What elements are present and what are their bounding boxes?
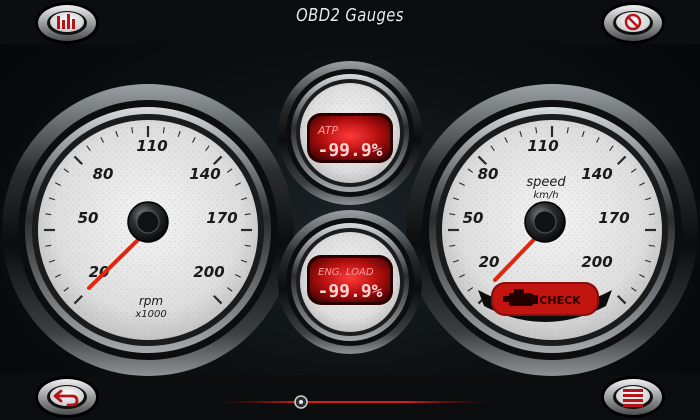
speed-gauge: 20 50 80 110 140 170 200 speed km/h CHEC… (406, 84, 698, 376)
engine-load-gauge: ENG. LOAD -99.9% (278, 210, 422, 354)
slider-track (212, 401, 494, 403)
speed-unit-label: speed (526, 175, 566, 190)
rpm-tick-170: 170 (206, 209, 237, 227)
back-button[interactable] (35, 376, 99, 418)
rpm-unit-label: rpm (139, 294, 163, 308)
speed-tick-110: 110 (527, 137, 558, 155)
rpm-tick-200: 200 (193, 263, 224, 281)
check-engine-label: CHECK (539, 294, 581, 307)
atp-value: -99.9% (317, 140, 382, 161)
rpm-tick-50: 50 (78, 209, 99, 227)
speed-tick-80: 80 (478, 165, 499, 183)
atp-label: ATP (317, 124, 338, 137)
rpm-tick-140: 140 (189, 165, 220, 183)
speed-tick-140: 140 (581, 165, 612, 183)
obd2-gauges-screen: 20 50 80 110 140 170 200 rpm x1000 20 50… (0, 0, 700, 420)
speed-unit-kmh: km/h (533, 190, 558, 201)
menu-button[interactable] (601, 376, 665, 418)
speed-tick-170: 170 (598, 209, 629, 227)
stats-button[interactable] (35, 2, 99, 44)
rpm-unit-multiplier: x1000 (134, 309, 166, 320)
speed-tick-20: 20 (479, 253, 500, 271)
disconnect-button[interactable] (601, 2, 665, 44)
app-title: OBD2 Gauges (296, 5, 404, 26)
speed-tick-50: 50 (463, 209, 484, 227)
engine-load-label: ENG. LOAD (318, 267, 374, 278)
bottom-bar (0, 375, 700, 420)
rpm-tick-80: 80 (93, 165, 114, 183)
atp-gauge: ATP -99.9% (278, 61, 422, 205)
rpm-gauge: 20 50 80 110 140 170 200 rpm x1000 (2, 84, 294, 376)
dashboard-canvas: 20 50 80 110 140 170 200 rpm x1000 20 50… (0, 0, 700, 420)
rpm-tick-110: 110 (136, 137, 167, 155)
engine-load-value: -99.9% (317, 281, 382, 302)
speed-tick-200: 200 (581, 253, 612, 271)
